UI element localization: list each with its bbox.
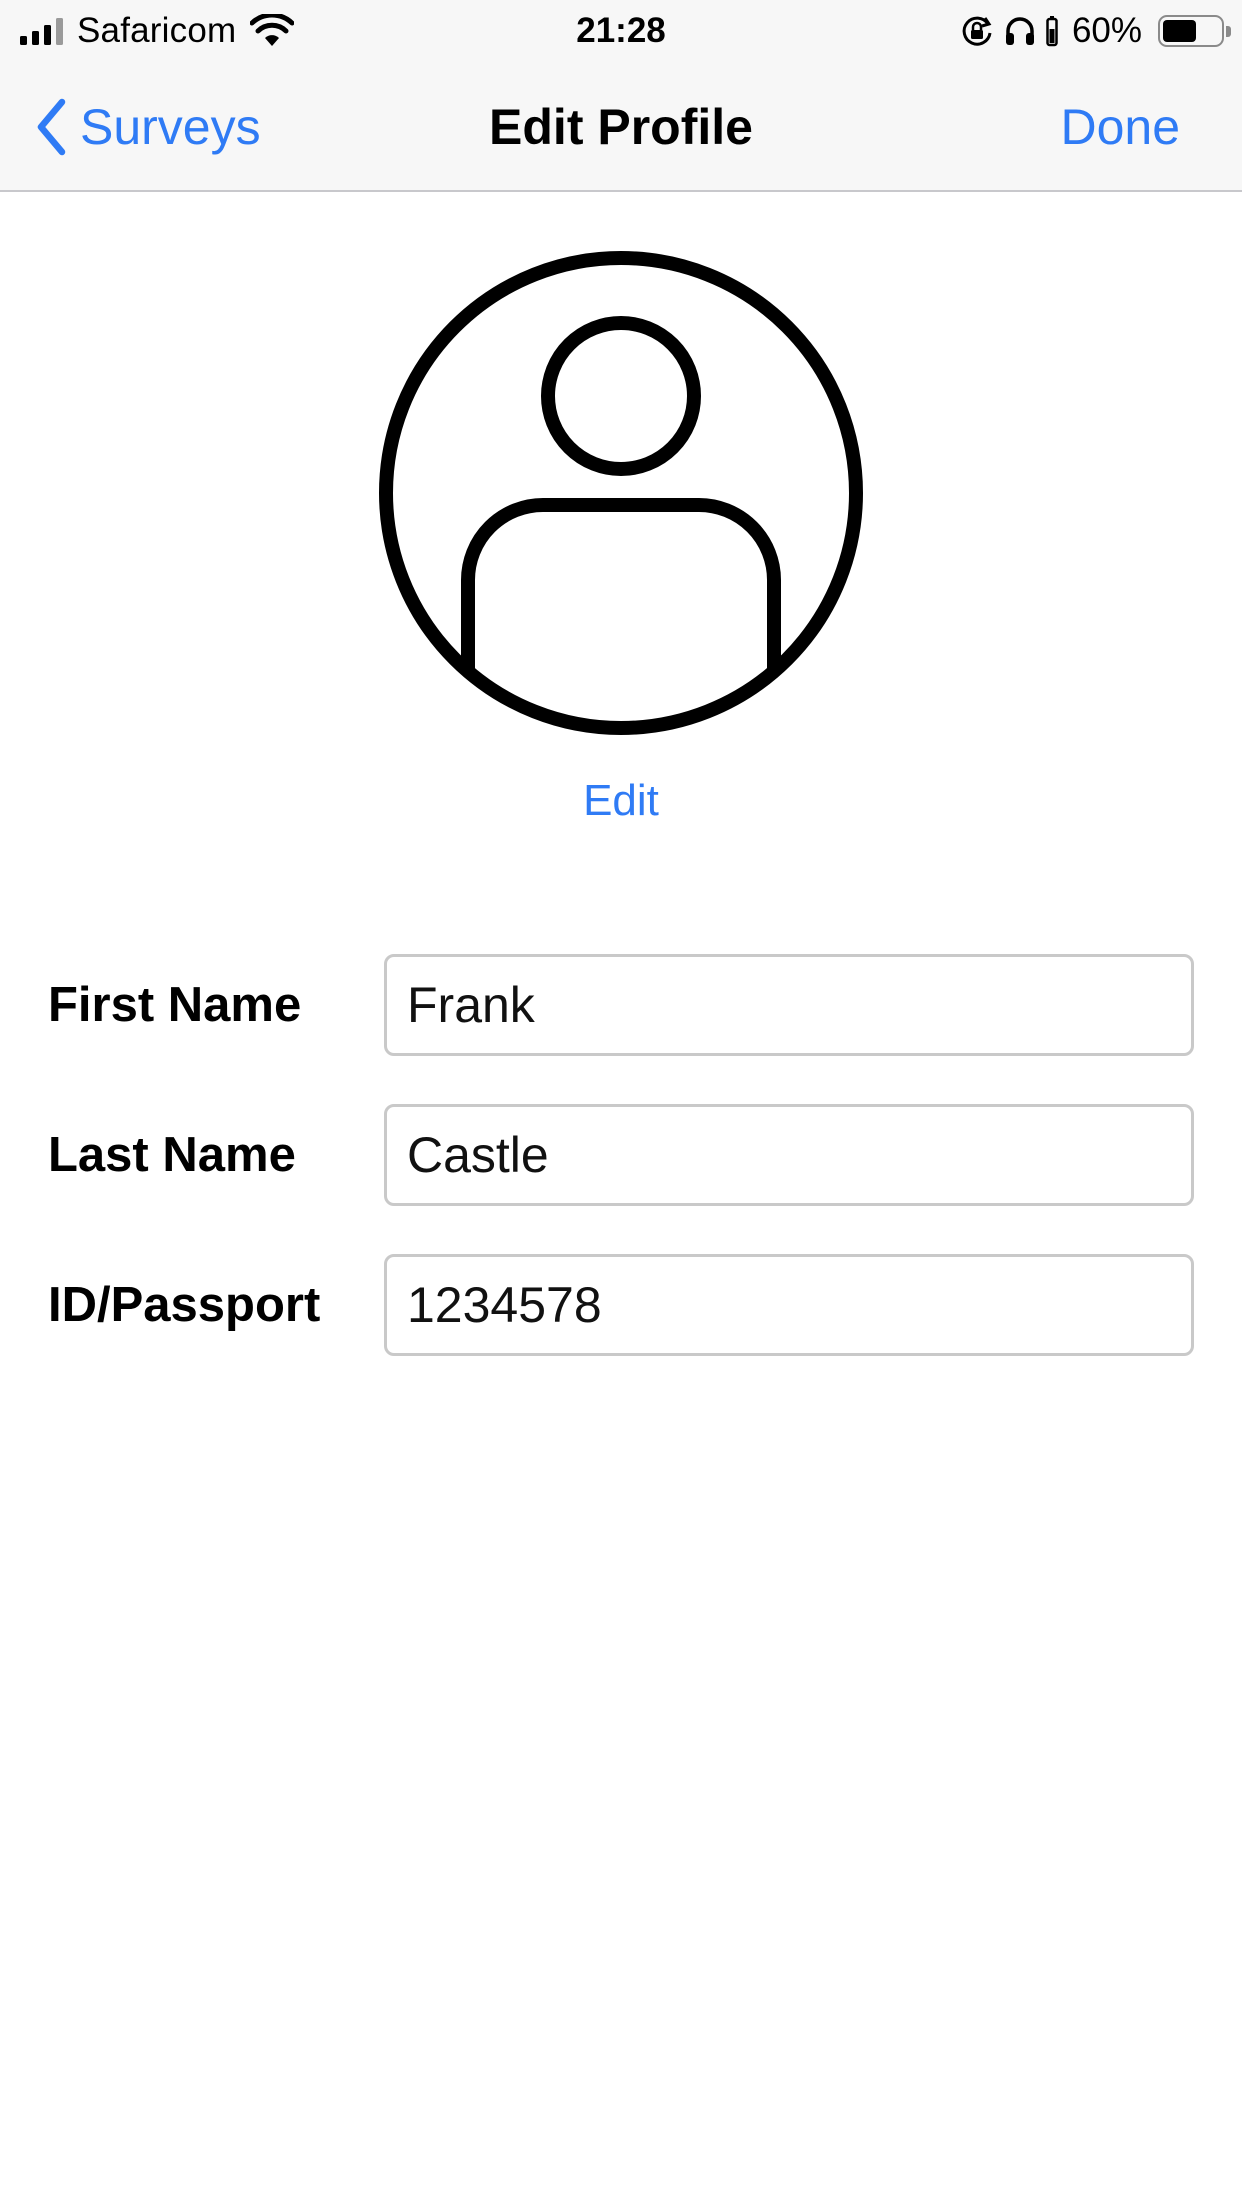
- first-name-field[interactable]: [384, 954, 1194, 1056]
- navigation-bar: Surveys Edit Profile Done: [0, 62, 1242, 192]
- person-placeholder-icon[interactable]: [378, 250, 864, 736]
- battery-fill: [1163, 20, 1197, 42]
- edit-photo-link-row: Edit: [0, 770, 1242, 832]
- headphones-icon: [1005, 17, 1034, 45]
- id-passport-field[interactable]: [384, 1254, 1194, 1356]
- edit-photo-link[interactable]: Edit: [583, 776, 659, 825]
- headphone-battery-icon: [1046, 16, 1058, 47]
- done-button[interactable]: Done: [1060, 92, 1180, 162]
- last-name-field[interactable]: [384, 1104, 1194, 1206]
- status-right: 60%: [960, 10, 1231, 52]
- edit-profile-screen: Safaricom 21:28 60% Surveys Edit Profile…: [0, 0, 1242, 2208]
- last-name-label: Last Name: [48, 1128, 296, 1182]
- id-passport-label: ID/Passport: [48, 1278, 321, 1332]
- battery-icon: [1158, 15, 1231, 47]
- last-name-row: Last Name: [0, 1104, 1242, 1206]
- first-name-label: First Name: [48, 978, 302, 1032]
- status-bar: Safaricom 21:28 60%: [0, 0, 1242, 62]
- battery-percent: 60%: [1071, 11, 1142, 50]
- id-passport-row: ID/Passport: [0, 1254, 1242, 1356]
- first-name-row: First Name: [0, 954, 1242, 1056]
- orientation-lock-icon: [962, 16, 992, 46]
- page-title: Edit Profile: [489, 99, 753, 155]
